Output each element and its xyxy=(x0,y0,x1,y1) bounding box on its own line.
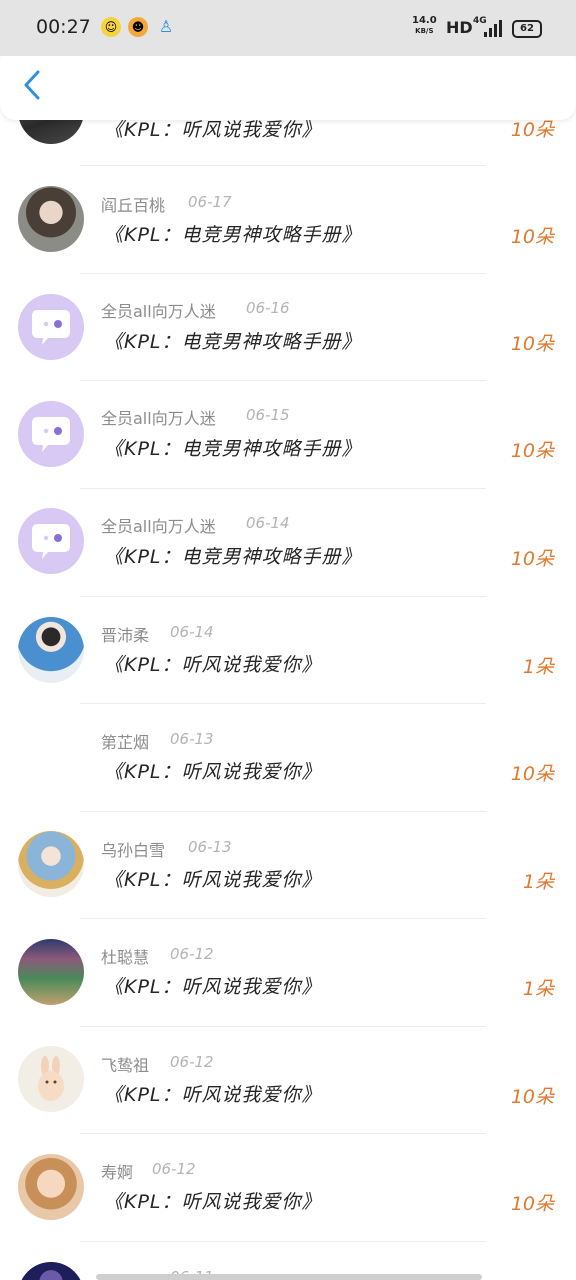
list-item-title: 《KPL：听风说我爱你》 xyxy=(104,761,322,783)
divider xyxy=(80,811,486,812)
list-item-amount: 10朵 xyxy=(510,226,554,248)
scroll-indicator xyxy=(96,1274,482,1280)
avatar xyxy=(18,939,84,1005)
list-item[interactable]: 寿婀 06-12 《KPL：听风说我爱你》 10朵 xyxy=(0,1133,576,1240)
divider xyxy=(80,1133,486,1134)
status-time: 00:27 xyxy=(36,16,91,38)
list-item-title: 《KPL：电竞男神攻略手册》 xyxy=(104,224,362,246)
list-item[interactable]: 全员all向万人迷 06-15 《KPL：电竞男神攻略手册》 10朵 xyxy=(0,380,576,487)
list-item-title: 《KPL：电竞男神攻略手册》 xyxy=(104,438,362,460)
battery-icon: 62 xyxy=(512,20,542,38)
list-item-amount: 1朵 xyxy=(522,978,554,1000)
list-item-date: 06-14 xyxy=(170,623,214,641)
list-item-amount: 10朵 xyxy=(510,548,554,570)
battery-level: 62 xyxy=(520,23,534,34)
list-item[interactable]: 阎丘百桃 06-17 《KPL：电竞男神攻略手册》 10朵 xyxy=(0,165,576,272)
divider xyxy=(80,703,486,704)
signal-icon xyxy=(484,20,504,37)
list-item-date: 06-12 xyxy=(170,945,214,963)
list-item-date: 06-16 xyxy=(246,299,290,317)
app-notification-icon: ☺ xyxy=(101,17,121,37)
list-item-date: 06-13 xyxy=(170,730,214,748)
list-item[interactable]: 杜聪慧 06-12 《KPL：听风说我爱你》 1朵 xyxy=(0,918,576,1025)
divider xyxy=(80,918,486,919)
list-item-amount: 10朵 xyxy=(510,763,554,785)
chat-bubble-icon xyxy=(18,508,84,574)
list-item-title: 《KPL：听风说我爱你》 xyxy=(104,1084,322,1106)
app-header xyxy=(0,48,576,120)
list-item[interactable]: 第芷烟 06-13 《KPL：听风说我爱你》 10朵 xyxy=(0,703,576,810)
status-bar: 00:27 ☺ ☻ ♙ 14.0 KB/S HD 4G 62 xyxy=(0,0,576,56)
list-item-amount: 10朵 xyxy=(510,1193,554,1215)
list-item-amount: 1朵 xyxy=(522,871,554,893)
chevron-left-icon[interactable] xyxy=(18,68,48,102)
list-item-name: 阎丘百桃 xyxy=(101,196,166,215)
list-item-title: 《KPL：听风说我爱你》 xyxy=(104,976,322,998)
list-item[interactable]: 飞鸷祖 06-12 《KPL：听风说我爱你》 10朵 xyxy=(0,1026,576,1133)
list-item[interactable]: 全员all向万人迷 06-16 《KPL：电竞男神攻略手册》 10朵 xyxy=(0,273,576,380)
list-item-amount: 1朵 xyxy=(522,656,554,678)
list-item[interactable]: 全员all向万人迷 06-14 《KPL：电竞男神攻略手册》 10朵 xyxy=(0,488,576,595)
list-item-amount: 10朵 xyxy=(510,1086,554,1108)
hd-indicator: HD xyxy=(446,18,473,37)
avatar xyxy=(18,1262,84,1280)
list-item-date: 06-13 xyxy=(188,838,232,856)
list-item-amount: 10朵 xyxy=(510,333,554,355)
divider xyxy=(80,1241,486,1242)
list-item-title: 《KPL：听风说我爱你》 xyxy=(104,654,322,676)
network-speed: 14.0 KB/S xyxy=(412,16,437,36)
list-item-name: 飞鸷祖 xyxy=(101,1056,150,1075)
list-item-title: 《KPL：听风说我爱你》 xyxy=(104,1191,322,1213)
speed-value: 14.0 xyxy=(412,15,437,26)
list-item-date: 06-17 xyxy=(188,193,232,211)
avatar xyxy=(18,617,84,683)
list-item-title: 《KPL：听风说我爱你》 xyxy=(104,869,322,891)
chat-bubble-icon xyxy=(18,401,84,467)
avatar xyxy=(18,1046,84,1112)
qq-icon: ♙ xyxy=(158,17,174,36)
list-item-date: 06-14 xyxy=(246,514,290,532)
list-item-name: 乌孙白雪 xyxy=(101,841,166,860)
chat-bubble-icon xyxy=(18,294,84,360)
list-item-name: 全员all向万人迷 xyxy=(101,517,216,536)
divider xyxy=(80,596,486,597)
list-item-name: 全员all向万人迷 xyxy=(101,409,216,428)
avatar xyxy=(18,1154,84,1220)
gift-list: 《KPL：听风说我爱你》 10朵 阎丘百桃 06-17 《KPL：电竞男神攻略手… xyxy=(0,0,576,1280)
divider xyxy=(80,1026,486,1027)
avatar xyxy=(18,831,84,897)
app-notification-icon: ☻ xyxy=(128,17,148,37)
list-item-name: 全员all向万人迷 xyxy=(101,302,216,321)
list-item-name: 第芷烟 xyxy=(101,733,150,752)
list-item-date: 06-12 xyxy=(170,1053,214,1071)
list-item-title: 《KPL：电竞男神攻略手册》 xyxy=(104,546,362,568)
list-item[interactable]: 晋沛柔 06-14 《KPL：听风说我爱你》 1朵 xyxy=(0,596,576,703)
list-item-title: 《KPL：电竞男神攻略手册》 xyxy=(104,331,362,353)
list-item-date: 06-12 xyxy=(152,1160,196,1178)
divider xyxy=(80,165,486,166)
list-item[interactable]: 乌孙白雪 06-13 《KPL：听风说我爱你》 1朵 xyxy=(0,811,576,918)
speed-unit: KB/S xyxy=(415,27,434,35)
list-item-name: 杜聪慧 xyxy=(101,948,150,967)
divider xyxy=(80,380,486,381)
list-item-amount: 10朵 xyxy=(510,440,554,462)
divider xyxy=(80,488,486,489)
avatar xyxy=(18,186,84,252)
list-item-date: 06-15 xyxy=(246,406,290,424)
list-item-name: 寿婀 xyxy=(101,1163,134,1182)
divider xyxy=(80,273,486,274)
list-item-name: 晋沛柔 xyxy=(101,626,150,645)
